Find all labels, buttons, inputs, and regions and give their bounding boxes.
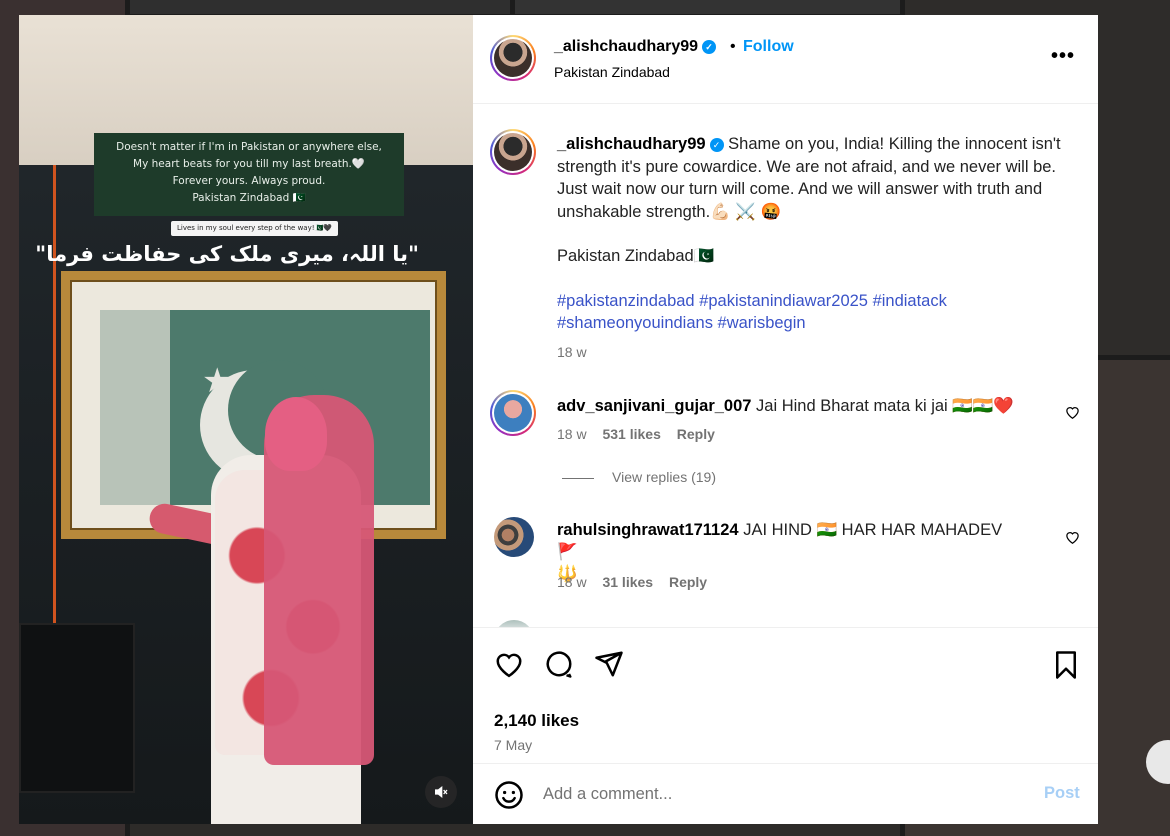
comment-like-icon[interactable] <box>1065 405 1080 419</box>
background-tile <box>130 0 510 14</box>
comment-like-icon[interactable] <box>1065 530 1080 544</box>
overlay-line: My heart beats for you till my last brea… <box>133 158 365 170</box>
commenter-avatar[interactable] <box>490 390 536 436</box>
post-video[interactable]: ★ Doesn't matter if I'm in Pakistan or a… <box>19 15 473 824</box>
comments-section[interactable]: _alishchaudhary99 ✓ Shame on you, India! … <box>473 105 1098 627</box>
post-actions: 2,140 likes 7 May <box>473 627 1098 763</box>
speaker-muted-icon <box>435 785 448 799</box>
overlay-line: Pakistan Zindabad 🇵🇰 <box>192 192 306 204</box>
comment-time: 18 w <box>557 426 587 442</box>
post-sidebar: _alishchaudhary99 ✓ • Follow Pakistan Zin… <box>473 15 1098 824</box>
comment-input[interactable] <box>543 782 1013 806</box>
reply-button[interactable]: Reply <box>677 426 715 442</box>
save-bookmark-icon[interactable] <box>1053 650 1079 680</box>
likes-count[interactable]: 2,140 likes <box>494 711 579 731</box>
video-text-overlay: Doesn't matter if I'm in Pakistan or any… <box>94 133 404 216</box>
emoji-icon[interactable] <box>494 780 524 810</box>
urdu-overlay-text: "یا اللہ، میری ملک کی حفاظت فرما" <box>35 242 419 266</box>
view-replies-text: View replies (19) <box>612 469 717 485</box>
view-replies-button[interactable]: View replies (19) <box>562 469 716 485</box>
post-comment-button[interactable]: Post <box>1044 784 1080 803</box>
separator-dot: • <box>730 38 736 55</box>
video-panel <box>19 623 135 793</box>
caption-hashtags[interactable]: #pakistanzindabad #pakistanindiawar2025 … <box>557 290 1072 335</box>
background-tile <box>515 0 900 14</box>
add-comment-bar: Post <box>473 763 1098 824</box>
post-date: 7 May <box>494 737 533 753</box>
overlay-line: Forever yours. Always proud. <box>172 175 326 187</box>
more-options-icon[interactable]: ••• <box>1051 45 1075 68</box>
caption-time: 18 w <box>557 343 587 360</box>
verified-badge-icon: ✓ <box>702 40 717 54</box>
post-location[interactable]: Pakistan Zindabad <box>554 64 670 80</box>
post-caption: _alishchaudhary99 ✓ Shame on you, India! … <box>557 133 1072 363</box>
comment-username[interactable]: adv_sanjivani_gujar_007 <box>557 397 751 415</box>
like-heart-icon[interactable] <box>494 650 524 678</box>
video-cable <box>53 165 56 635</box>
comment-likes[interactable]: 31 likes <box>602 574 653 590</box>
background-tile <box>130 824 900 836</box>
comment-likes[interactable]: 531 likes <box>602 426 660 442</box>
comment-meta: 18 w 531 likes Reply <box>557 426 715 442</box>
comment-item: adv_sanjivani_gujar_007 Jai Hind Bharat … <box>557 395 1017 417</box>
star-icon: ★ <box>202 362 233 400</box>
caption-username[interactable]: _alishchaudhary99 <box>557 135 706 153</box>
reply-button[interactable]: Reply <box>669 574 707 590</box>
post-modal: ★ Doesn't matter if I'm in Pakistan or a… <box>19 15 1098 824</box>
comment-bubble-icon[interactable] <box>544 649 574 679</box>
author-username-text: _alishchaudhary99 <box>554 38 699 55</box>
mute-toggle-button[interactable] <box>425 776 457 808</box>
video-caption-pill: Lives in my soul every step of the way!🇵… <box>171 221 338 236</box>
author-username[interactable]: _alishchaudhary99 ✓ <box>554 38 717 56</box>
post-header: _alishchaudhary99 ✓ • Follow Pakistan Zin… <box>473 15 1098 104</box>
author-avatar[interactable] <box>490 35 536 81</box>
follow-button[interactable]: Follow <box>743 38 794 56</box>
commenter-avatar[interactable] <box>494 517 534 557</box>
comment-text: Jai Hind Bharat mata ki jai 🇮🇳🇮🇳❤️ <box>756 397 1014 415</box>
caption-line2: Pakistan Zindabad🇵🇰 <box>557 247 715 265</box>
share-paper-plane-icon[interactable] <box>594 649 624 679</box>
verified-badge-icon: ✓ <box>709 138 724 152</box>
comment-username[interactable]: rahulsinghrawat171124 <box>557 521 739 539</box>
caption-avatar[interactable] <box>490 129 536 175</box>
overlay-line: Doesn't matter if I'm in Pakistan or any… <box>116 141 382 153</box>
woman-head <box>265 397 327 471</box>
comment-meta: 18 w 31 likes Reply <box>557 574 707 590</box>
comment-time: 18 w <box>557 574 587 590</box>
